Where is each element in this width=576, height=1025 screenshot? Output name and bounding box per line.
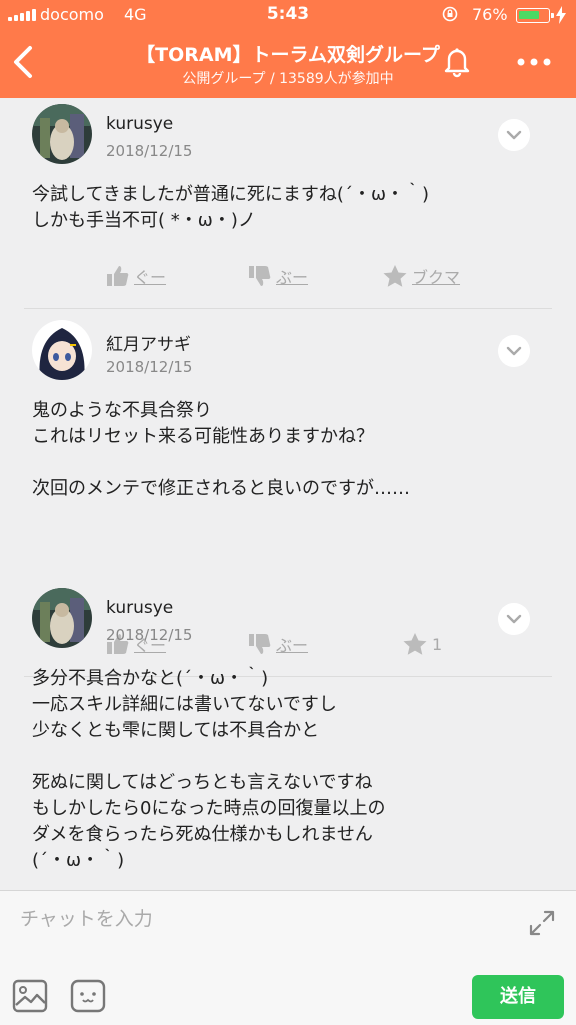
send-button[interactable]: 送信 [472, 975, 564, 1019]
avatar[interactable] [32, 320, 92, 380]
message-line: 今試してきましたが普通に死にますね(´・ω・｀) [32, 184, 430, 205]
post-actions: ぐー ぶー ブクマ [0, 264, 576, 294]
expand-icon[interactable] [528, 909, 556, 937]
image-icon[interactable] [12, 979, 48, 1013]
post-message: 鬼のような不具合祭り これはリセット来る可能性ありますかね？ 次回のメンテで修正… [32, 398, 552, 502]
back-icon[interactable] [10, 44, 38, 80]
bookmark-button[interactable]: ブクマ [382, 264, 460, 288]
charging-icon [556, 6, 566, 24]
chevron-down-icon[interactable] [498, 335, 530, 367]
avatar[interactable] [32, 588, 92, 648]
post-date: 2018/12/15 [106, 142, 193, 160]
boo-button[interactable]: ぶー [248, 264, 308, 288]
thumbs-down-icon [249, 634, 271, 654]
group-header: 【TORAM】トーラム双剣グループ 公開グループ / 13589人が参加中 [0, 30, 576, 98]
post-date: 2018/12/15 [106, 358, 193, 376]
post-username[interactable]: 紅月アサギ [106, 330, 191, 355]
bookmark-button[interactable]: 1 [402, 632, 442, 656]
post-date: 2018/12/15 [106, 626, 193, 644]
message-line [32, 450, 552, 476]
divider [24, 308, 552, 309]
post-username[interactable]: kurusye [106, 598, 173, 618]
battery-icon [516, 8, 554, 23]
bookmark-count: 1 [432, 634, 443, 654]
message-line: これはリセット来る可能性ありますかね？ [32, 426, 374, 447]
message-line: 一応スキル詳細には書いてないですし [32, 694, 337, 715]
boo-button[interactable]: ぶー [248, 632, 308, 656]
chat-input[interactable] [18, 903, 502, 935]
thumbs-up-icon [107, 266, 129, 286]
star-icon [383, 265, 407, 287]
post-actions: ぐー ぶー 1 [0, 632, 576, 662]
message-line: もしかしたら0になった時点の回復量以上の [32, 798, 386, 819]
more-options-icon[interactable] [514, 52, 554, 72]
chevron-down-icon[interactable] [498, 603, 530, 635]
bell-icon[interactable] [440, 44, 474, 78]
post-message: 多分不具合かなと(´・ω・｀) 一応スキル詳細には書いてないですし 少なくとも雫… [32, 666, 552, 874]
message-line: 多分不具合かなと(´・ω・｀) [32, 668, 269, 689]
chevron-down-icon[interactable] [498, 119, 530, 151]
star-icon [403, 633, 427, 655]
status-bar: docomo 4G 5:43 76% [0, 0, 576, 30]
rotation-lock-icon [442, 6, 458, 22]
chat-feed: kurusye 2018/12/15 今試してきましたが普通に死にますね(´・ω… [0, 98, 576, 890]
message-line: 次回のメンテで修正されると良いのですが…… [32, 478, 410, 499]
battery-percent: 76% [472, 5, 508, 24]
message-line: 鬼のような不具合祭り [32, 400, 212, 421]
good-button[interactable]: ぐー [106, 264, 166, 288]
chat-composer: 送信 [0, 890, 576, 1025]
message-line [32, 744, 552, 770]
thumbs-down-icon [249, 266, 271, 286]
message-line: 死ぬに関してはどっちとも言えないですね [32, 772, 373, 793]
message-line: しかも手当不可( *・ω・)ノ [32, 210, 256, 231]
post-message: 今試してきましたが普通に死にますね(´・ω・｀) しかも手当不可( *・ω・)ノ [32, 182, 552, 234]
message-line: (´・ω・｀) [32, 850, 125, 871]
message-line: 少なくとも雫に関しては不具合かと [32, 720, 320, 741]
message-line: ダメを食らったら死ぬ仕様かもしれません [32, 824, 373, 845]
sticker-icon[interactable] [70, 979, 106, 1013]
post-username[interactable]: kurusye [106, 114, 173, 134]
avatar[interactable] [32, 104, 92, 164]
